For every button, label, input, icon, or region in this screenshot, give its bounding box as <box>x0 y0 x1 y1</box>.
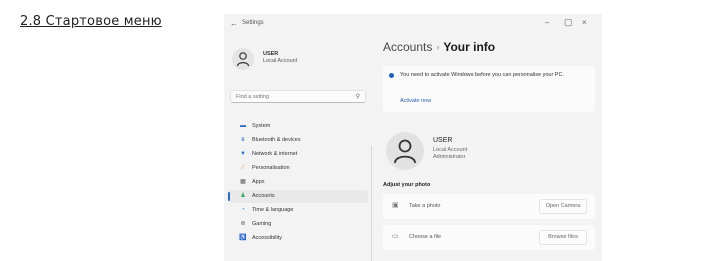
open-camera-button[interactable]: Open Camera <box>539 199 587 214</box>
sidebar-item-bluetooth[interactable]: ʙ Bluetooth & devices <box>228 134 368 147</box>
choose-file-row: ▭ Choose a file Browse files <box>383 225 595 250</box>
gamepad-icon: ⊛ <box>240 221 246 227</box>
activation-notice: You need to activate Windows before you … <box>383 66 595 112</box>
minimize-button[interactable]: – <box>545 18 549 27</box>
activate-now-link[interactable]: Activate now <box>400 98 431 104</box>
take-photo-label: Take a photo <box>409 203 441 209</box>
brush-icon: ⁄ <box>242 165 244 171</box>
browse-files-button[interactable]: Browse files <box>539 230 587 245</box>
notice-text: You need to activate Windows before you … <box>400 72 564 78</box>
title-bar: ← Settings – ▢ × <box>224 14 602 36</box>
sidebar-divider <box>371 146 372 261</box>
bluetooth-icon: ʙ <box>241 137 245 143</box>
folder-icon: ▭ <box>392 233 399 240</box>
maximize-button[interactable]: ▢ <box>564 17 573 28</box>
sidebar-item-apps[interactable]: ▦ Apps <box>228 176 368 189</box>
back-arrow-icon[interactable]: ← <box>230 19 238 28</box>
page-title: Your info <box>443 40 496 54</box>
person-icon <box>394 139 416 164</box>
breadcrumb-parent[interactable]: Accounts <box>383 40 432 54</box>
globe-clock-icon: ◔ <box>241 207 245 213</box>
search-input[interactable]: Find a setting ⚲ <box>230 90 366 103</box>
profile-avatar <box>386 132 424 170</box>
main-content: Accounts › Your info You need to activate … <box>376 36 602 261</box>
close-button[interactable]: × <box>582 18 587 27</box>
sidebar-item-gaming[interactable]: ⊛ Gaming <box>228 218 368 231</box>
choose-file-label: Choose a file <box>409 234 442 240</box>
sidebar-item-time-language[interactable]: ◔ Time & language <box>228 204 368 217</box>
window-title: Settings <box>242 20 264 26</box>
search-placeholder: Find a setting <box>236 94 270 100</box>
take-photo-row: ▣ Take a photo Open Camera <box>383 194 595 219</box>
sidebar-user-name: USER <box>263 51 279 57</box>
profile-name: USER <box>433 137 453 144</box>
person-icon <box>236 52 250 67</box>
sidebar-item-system[interactable]: ▬ System <box>228 120 368 133</box>
person-icon: ♟ <box>240 193 246 199</box>
sidebar: USER Local Account Find a setting ⚲ ▬ Sy… <box>224 36 376 261</box>
monitor-icon: ▬ <box>240 123 246 129</box>
adjust-photo-heading: Adjust your photo <box>383 182 431 188</box>
sidebar-account-type: Local Account <box>263 58 298 64</box>
accessibility-icon: ♿ <box>239 235 247 241</box>
settings-window: ← Settings – ▢ × USER Local Account Find… <box>224 14 602 261</box>
camera-icon: ▣ <box>392 202 399 209</box>
profile-role: Administrator <box>433 154 466 160</box>
sidebar-item-personalisation[interactable]: ⁄ Personalisation <box>228 162 368 175</box>
user-avatar[interactable] <box>232 48 254 70</box>
network-icon: ▼ <box>240 151 246 157</box>
search-icon[interactable]: ⚲ <box>356 93 360 100</box>
sidebar-item-accounts[interactable]: ♟ Accounts <box>228 190 368 203</box>
profile-account-type: Local Account <box>433 147 468 153</box>
document-section-heading: 2.8 Стартовое меню <box>20 14 162 29</box>
sidebar-item-accessibility[interactable]: ♿ Accessibility <box>228 232 368 245</box>
apps-icon: ▦ <box>240 179 246 185</box>
chevron-right-icon: › <box>436 42 440 52</box>
breadcrumb: Accounts › Your info <box>383 40 495 54</box>
active-indicator <box>228 192 230 201</box>
info-icon <box>389 73 394 78</box>
sidebar-item-network[interactable]: ▼ Network & internet <box>228 148 368 161</box>
